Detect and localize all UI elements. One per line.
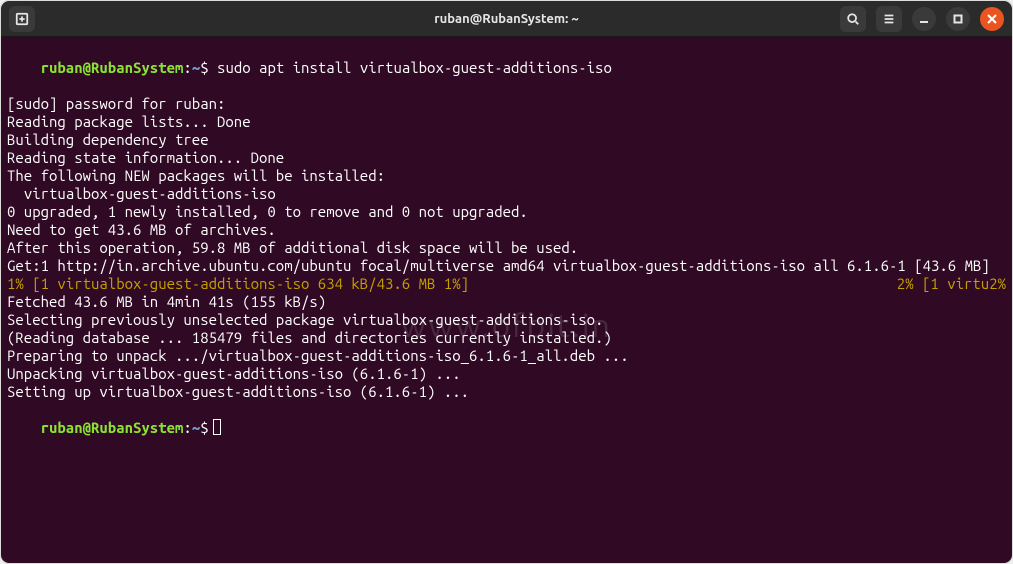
output-line: Selecting previously unselected package … — [7, 311, 1006, 329]
output-line: (Reading database ... 185479 files and d… — [7, 329, 1006, 347]
prompt-userhost: ruban@RubanSystem — [41, 419, 184, 436]
new-tab-button[interactable] — [9, 6, 35, 32]
window-titlebar: ruban@RubanSystem: ~ — [1, 1, 1012, 37]
maximize-button[interactable] — [946, 7, 970, 31]
output-line: Setting up virtualbox-guest-additions-is… — [7, 383, 1006, 401]
output-line: After this operation, 59.8 MB of additio… — [7, 239, 1006, 257]
output-line: Reading state information... Done — [7, 149, 1006, 167]
search-icon — [846, 12, 860, 26]
prompt-path: ~ — [192, 419, 200, 436]
output-line: Get:1 http://in.archive.ubuntu.com/ubunt… — [7, 257, 1006, 275]
search-button[interactable] — [840, 6, 866, 32]
prompt-sep: : — [183, 59, 191, 76]
terminal-cursor — [213, 419, 221, 435]
close-button[interactable] — [980, 7, 1004, 31]
output-line: Preparing to unpack .../virtualbox-guest… — [7, 347, 1006, 365]
command-text: sudo apt install virtualbox-guest-additi… — [217, 59, 612, 76]
apt-progress-line: 1% [1 virtualbox-guest-additions-iso 634… — [7, 275, 1006, 293]
output-line: 0 upgraded, 1 newly installed, 0 to remo… — [7, 203, 1006, 221]
terminal-viewport[interactable]: www.ofbit.in ruban@RubanSystem:~$ sudo a… — [1, 37, 1012, 563]
prompt-line-2: ruban@RubanSystem:~$ — [7, 401, 1006, 455]
progress-right: 2% [1 virtu2% — [897, 275, 1006, 293]
prompt-line-1: ruban@RubanSystem:~$ sudo apt install vi… — [7, 41, 1006, 95]
menu-button[interactable] — [876, 6, 902, 32]
maximize-icon — [953, 14, 963, 24]
output-line: Unpacking virtualbox-guest-additions-iso… — [7, 365, 1006, 383]
minimize-icon — [919, 14, 929, 24]
output-line: Reading package lists... Done — [7, 113, 1006, 131]
prompt-dollar: $ — [200, 419, 208, 436]
output-line: virtualbox-guest-additions-iso — [7, 185, 1006, 203]
prompt-sep: : — [183, 419, 191, 436]
progress-left: 1% [1 virtualbox-guest-additions-iso 634… — [7, 275, 469, 293]
output-line: Fetched 43.6 MB in 4min 41s (155 kB/s) — [7, 293, 1006, 311]
minimize-button[interactable] — [912, 7, 936, 31]
output-line: The following NEW packages will be insta… — [7, 167, 1006, 185]
output-line: [sudo] password for ruban: — [7, 95, 1006, 113]
output-line: Building dependency tree — [7, 131, 1006, 149]
prompt-dollar: $ — [200, 59, 208, 76]
hamburger-icon — [882, 12, 896, 26]
new-tab-icon — [15, 12, 29, 26]
output-line: Need to get 43.6 MB of archives. — [7, 221, 1006, 239]
prompt-path: ~ — [192, 59, 200, 76]
prompt-userhost: ruban@RubanSystem — [41, 59, 184, 76]
close-icon — [987, 14, 997, 24]
